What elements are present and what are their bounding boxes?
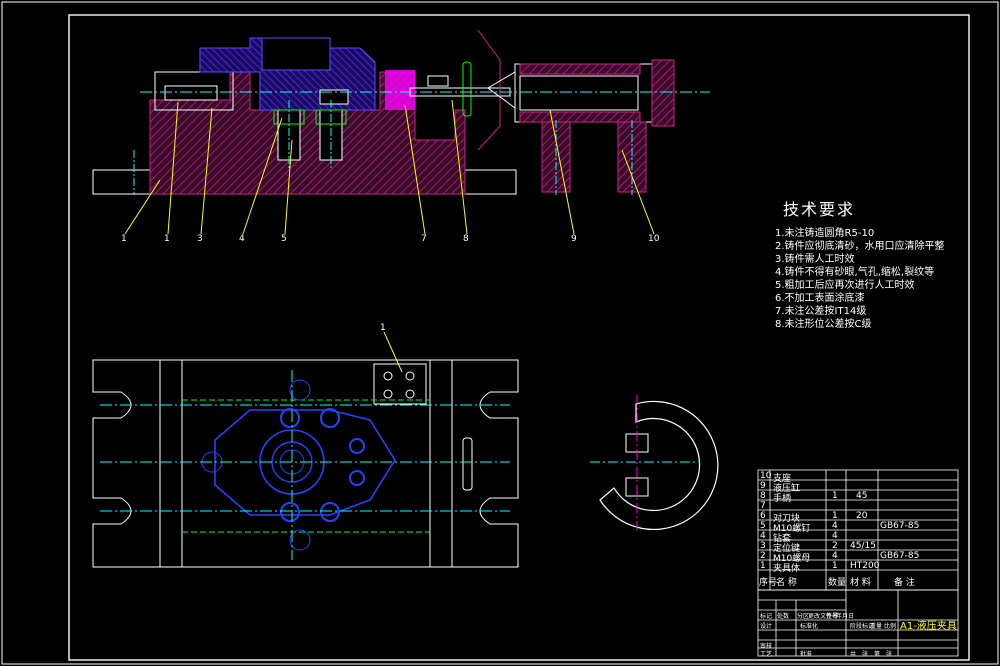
cylinder-bore (519, 75, 639, 111)
header-qty: 数量 (828, 578, 847, 588)
part-qty: 1 (832, 561, 838, 571)
tb-label-scale: 比例 (884, 623, 897, 630)
part-name: 手柄 (773, 494, 792, 504)
part-qty: 4 (832, 551, 838, 561)
part-remark: GB67-85 (880, 521, 920, 531)
balloon-front-7: 7 (421, 234, 427, 244)
tb-label-date: 年月日 (836, 613, 855, 620)
part-qty: 4 (832, 531, 838, 541)
balloon-front-5: 5 (281, 234, 287, 244)
front-balloons: 1 1 3 4 5 7 8 9 10 (121, 234, 660, 244)
front-section-view (92, 29, 710, 235)
tb-label-sheets: 张 (862, 651, 869, 658)
technical-requirements-title: 技术要求 (783, 200, 856, 219)
balloon-front-9: 9 (571, 234, 577, 244)
header-remark: 备 注 (894, 578, 915, 588)
drawing-name: A1-液压夹具 (900, 621, 957, 632)
tb-label-count: 处数 (777, 613, 790, 620)
part-no: 2 (760, 551, 766, 561)
left-boss-bore (164, 85, 218, 101)
part-material: 45 (856, 491, 868, 501)
part-qty: 2 (832, 541, 838, 551)
tb-label-weight: 重量 (870, 623, 883, 630)
tb-label-approve: 批准 (800, 651, 813, 658)
tb-label-design: 设计 (760, 623, 773, 630)
header-no: 序号 (759, 578, 778, 588)
part-no: 7 (760, 501, 766, 511)
part-qty: 4 (832, 521, 838, 531)
part-qty: 1 (832, 491, 838, 501)
cylinder-wall-top (519, 63, 641, 75)
balloon-front-3: 3 (197, 234, 203, 244)
cylinder-end (651, 59, 675, 127)
part-material: 45/15 (850, 541, 876, 551)
part-no: 3 (760, 541, 766, 551)
part-material: 20 (856, 511, 868, 521)
tb-label-std: 标准化 (800, 623, 819, 630)
part-no: 8 (760, 491, 766, 501)
cylinder-wall-bot (519, 111, 641, 123)
tb-label-process: 工艺 (760, 651, 773, 658)
balloon-front-2: 1 (164, 234, 170, 244)
cone-flange (477, 29, 501, 151)
part-name: 夹具体 (773, 564, 801, 574)
tb-label-no: 第 (874, 651, 881, 658)
cone-nose (487, 71, 516, 109)
balloon-front-1: 1 (121, 234, 127, 244)
part-material: HT200 (850, 561, 880, 571)
balloon-front-4: 4 (239, 234, 245, 244)
tb-label-total: 共 (850, 651, 857, 658)
part-no: 1 (760, 561, 766, 571)
detail-view (590, 395, 719, 531)
balloon-front-10: 10 (648, 234, 660, 244)
tool-setting-block (373, 363, 427, 405)
part-no: 10 (760, 471, 772, 481)
header-material: 材 料 (850, 578, 871, 588)
part-no: 9 (760, 481, 766, 491)
workpiece-top (261, 37, 331, 71)
tb-label-mark: 标记 (760, 613, 773, 620)
part-no: 4 (760, 531, 766, 541)
balloon-front-8: 8 (463, 234, 469, 244)
rod-guide (427, 75, 449, 87)
detail-ring (599, 400, 719, 531)
plan-handle (462, 437, 473, 491)
part-no: 6 (760, 511, 766, 521)
plan-view (92, 331, 519, 568)
balloon-plan-1: 1 (380, 323, 386, 333)
part-qty: 1 (832, 511, 838, 521)
tech-req-8: 8.未注形位公差按C级 (775, 319, 872, 330)
part-remark: GB67-85 (880, 551, 920, 561)
tb-label-sheet: 张 (886, 651, 893, 658)
header-name: 名 称 (776, 578, 797, 588)
part-no: 5 (760, 521, 766, 531)
plan-outline (92, 359, 519, 568)
handle-knob (462, 61, 472, 117)
